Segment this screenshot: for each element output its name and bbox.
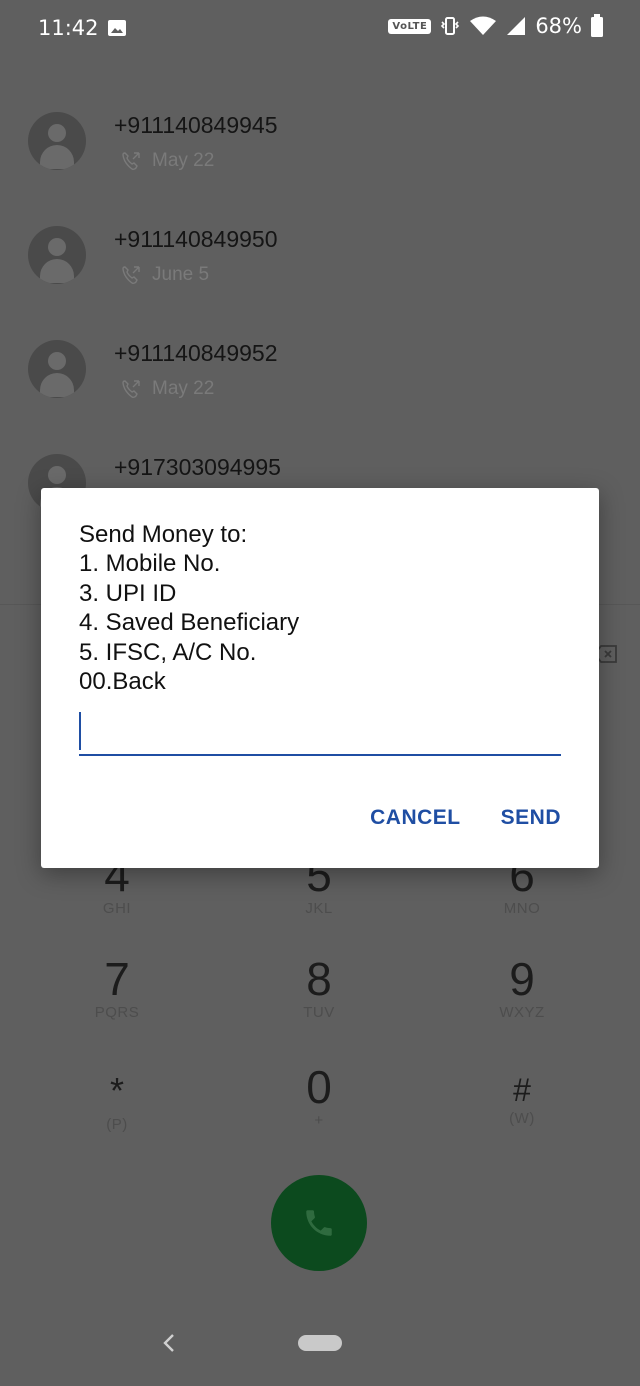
key-letters: TUV [303, 1004, 335, 1021]
phone-icon [306, 1210, 332, 1236]
volte-badge: VoLTE [388, 18, 432, 34]
dialpad-key-hash[interactable]: # (W) [462, 1070, 582, 1127]
contact-avatar-icon [28, 340, 86, 398]
dialpad-key-star[interactable]: * (P) [57, 1066, 177, 1133]
key-letters: PQRS [94, 1004, 140, 1021]
key-letters: MNO [503, 900, 541, 917]
call-number: +911140849950 [114, 226, 278, 252]
home-pill[interactable] [298, 1335, 342, 1351]
navigation-bar [0, 1300, 640, 1386]
call-log-item[interactable]: +911140849950 June 5 [0, 204, 640, 318]
vibrate-icon [441, 17, 460, 35]
outgoing-call-icon [122, 152, 140, 171]
key-digit: # [513, 1072, 531, 1108]
send-button[interactable]: SEND [501, 806, 561, 830]
cancel-button[interactable]: CANCEL [370, 806, 461, 830]
reply-input[interactable] [79, 710, 561, 756]
call-number: +911140849945 [114, 112, 278, 138]
call-button[interactable] [271, 1175, 367, 1271]
call-number: +911140849952 [114, 340, 278, 366]
key-letters: WXYZ [499, 1004, 545, 1021]
key-digit: 8 [306, 953, 332, 1005]
key-letters: (P) [106, 1116, 128, 1133]
outgoing-call-icon [122, 380, 140, 399]
key-digit: * [109, 1070, 124, 1111]
image-notification-icon [108, 20, 126, 36]
dialpad-key-7[interactable]: 7 PQRS [57, 954, 177, 1021]
text-cursor [79, 712, 81, 750]
key-digit: 0 [306, 1061, 332, 1113]
signal-icon [507, 17, 526, 35]
call-number: +917303094995 [114, 454, 281, 480]
key-digit: 9 [509, 953, 535, 1005]
outgoing-call-icon [122, 266, 140, 285]
key-letters: (W) [509, 1110, 535, 1127]
ussd-dialog: Send Money to: 1. Mobile No. 3. UPI ID 4… [41, 488, 599, 868]
call-date: May 22 [152, 378, 215, 399]
call-date: June 5 [152, 264, 210, 285]
dialog-actions: CANCEL SEND [370, 806, 561, 830]
battery-percent: 68% [535, 14, 582, 38]
battery-icon [591, 14, 603, 37]
key-letters: JKL [305, 900, 333, 917]
contact-avatar-icon [28, 226, 86, 284]
dialpad-key-8[interactable]: 8 TUV [259, 954, 379, 1021]
call-log-item[interactable]: +911140849945 May 22 [0, 90, 640, 204]
status-icons: VoLTE 68% [388, 14, 604, 38]
back-icon[interactable] [160, 1332, 178, 1354]
wifi-icon [470, 16, 497, 35]
dialpad-key-0[interactable]: 0 + [259, 1062, 379, 1129]
key-letters: + [314, 1112, 324, 1129]
key-digit: 7 [104, 953, 130, 1005]
key-letters: GHI [102, 900, 132, 917]
dialog-message: Send Money to: 1. Mobile No. 3. UPI ID 4… [79, 521, 300, 696]
call-log-item[interactable]: +911140849952 May 22 [0, 318, 640, 432]
status-time: 11:42 [38, 16, 99, 40]
call-date: May 22 [152, 150, 215, 171]
status-bar: 11:42 VoLTE 68% [0, 0, 640, 58]
dialpad-key-9[interactable]: 9 WXYZ [462, 954, 582, 1021]
contact-avatar-icon [28, 112, 86, 170]
